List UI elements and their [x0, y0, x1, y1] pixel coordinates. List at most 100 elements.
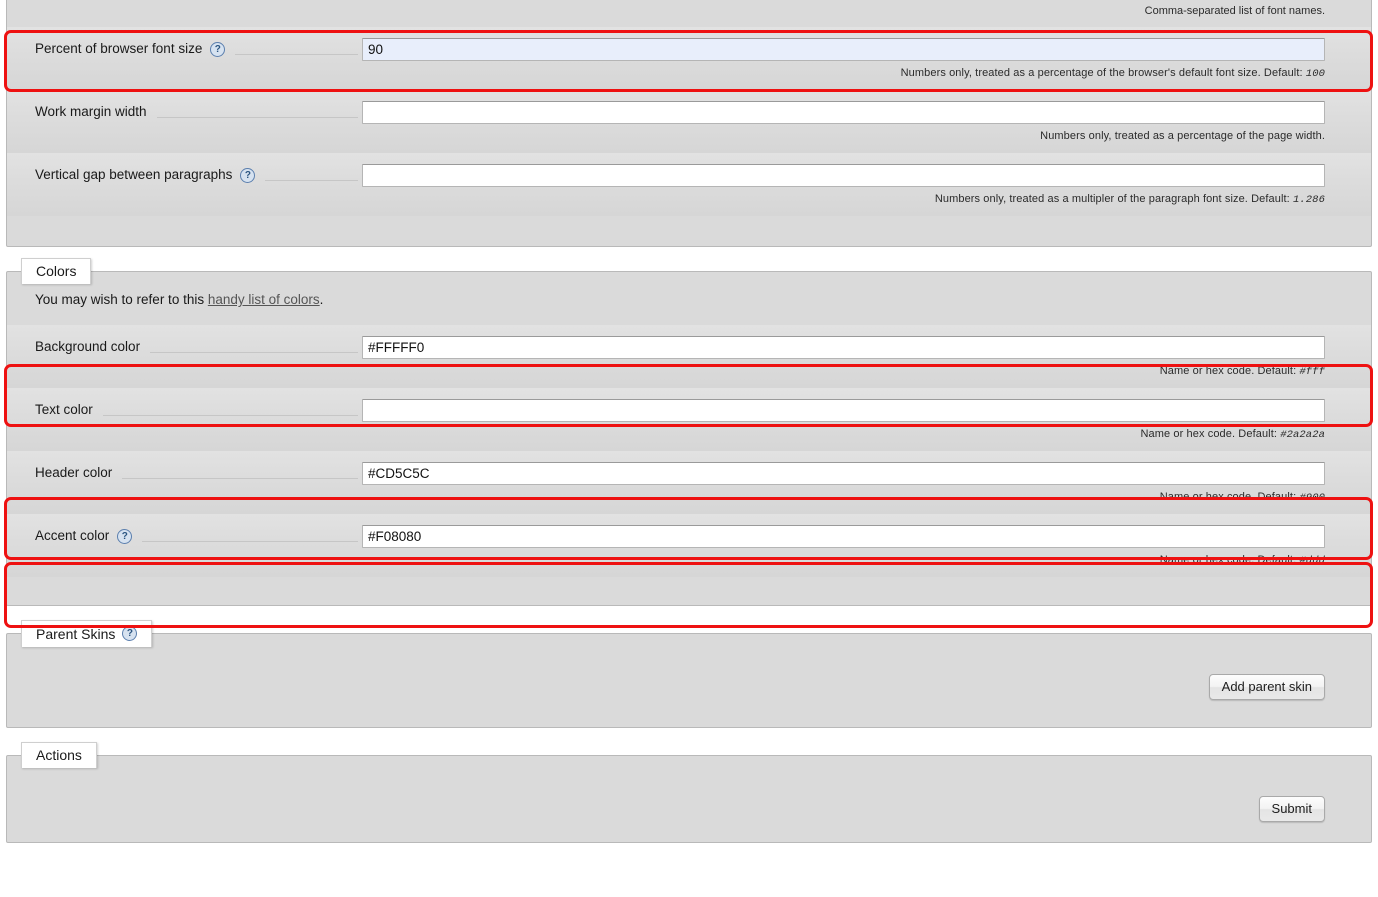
actions-button-row: Submit [7, 796, 1371, 822]
help-default-value: #ddd [1299, 555, 1325, 567]
label-vertical-gap-between-paragraphs: Vertical gap between paragraphs ? [35, 164, 256, 184]
field-row-percent-browser-font-size: Percent of browser font size ? Numbers o… [7, 27, 1371, 90]
add-parent-skin-button[interactable]: Add parent skin [1208, 674, 1325, 700]
label-rule [235, 53, 358, 55]
field-label-text: Background color [35, 339, 141, 354]
field-main: Header color [7, 451, 1371, 485]
legend-colors: Colors [21, 258, 92, 284]
help-text-background-color: Name or hex code. Default: #fff [7, 359, 1371, 388]
panel-bottom-spacer [7, 216, 1371, 246]
field-main: Work margin width [7, 90, 1371, 124]
help-text-accent-color: Name or hex code. Default: #ddd [7, 548, 1371, 577]
help-text-work-margin-width: Numbers only, treated as a percentage of… [7, 124, 1371, 153]
font-names-help-text: Comma-separated list of font names. [1144, 5, 1325, 17]
field-label-text: Vertical gap between paragraphs [35, 167, 233, 182]
label-rule [150, 351, 358, 353]
help-text: Numbers only, treated as a percentage of… [1040, 130, 1325, 142]
field-row-accent-color: Accent color ? Name or hex code. Default… [7, 514, 1371, 577]
help-text: Name or hex code. Default: [1159, 365, 1300, 377]
input-wrap [362, 462, 1325, 485]
percent-browser-font-size-input[interactable] [362, 38, 1325, 61]
panel-gap [0, 247, 1378, 271]
help-text: Name or hex code. Default: [1159, 554, 1300, 566]
field-row-header-color: Header color Name or hex code. Default: … [7, 451, 1371, 514]
help-question-icon[interactable]: ? [240, 167, 256, 183]
help-text: Name or hex code. Default: [1140, 428, 1281, 440]
help-default-value: 1.286 [1292, 194, 1325, 206]
actions-panel: Actions Submit [6, 742, 1372, 843]
actions-spacer [7, 756, 1371, 796]
help-text: Name or hex code. Default: [1159, 491, 1300, 503]
label-percent-browser-font-size: Percent of browser font size ? [35, 38, 226, 58]
field-label-text: Text color [35, 402, 93, 417]
text-color-input[interactable] [362, 399, 1325, 422]
field-row-text-color: Text color Name or hex code. Default: #2… [7, 388, 1371, 451]
field-main: Accent color ? [7, 514, 1371, 548]
legend-label: Parent Skins [36, 625, 116, 642]
help-text: Numbers only, treated as a percentage of… [900, 67, 1306, 79]
typography-panel: Comma-separated list of font names. Perc… [6, 0, 1372, 247]
label-text-color: Text color [35, 399, 93, 419]
header-color-input[interactable] [362, 462, 1325, 485]
label-header-color: Header color [35, 462, 112, 482]
intro-after: . [319, 292, 324, 307]
parent-skins-button-row: Add parent skin [7, 674, 1371, 700]
submit-button[interactable]: Submit [1258, 796, 1325, 822]
accent-color-input[interactable] [362, 525, 1325, 548]
input-wrap [362, 399, 1325, 422]
field-main: Text color [7, 388, 1371, 422]
label-rule [265, 179, 358, 181]
colors-intro-text: You may wish to refer to this handy list… [7, 272, 1371, 325]
parent-skins-spacer [7, 634, 1371, 674]
label-rule [142, 540, 358, 542]
help-text-header-color: Name or hex code. Default: #900 [7, 485, 1371, 514]
handy-list-of-colors-link[interactable]: handy list of colors [208, 292, 320, 307]
input-wrap [362, 525, 1325, 548]
help-default-value: #900 [1299, 492, 1325, 504]
background-color-input[interactable] [362, 336, 1325, 359]
field-row-vertical-gap: Vertical gap between paragraphs ? Number… [7, 153, 1371, 216]
field-row-background-color: Background color Name or hex code. Defau… [7, 325, 1371, 388]
help-default-value: 100 [1305, 68, 1325, 80]
intro-before: You may wish to refer to this [35, 292, 208, 307]
panel-spacer [7, 17, 1371, 27]
label-work-margin-width: Work margin width [35, 101, 147, 121]
help-question-icon[interactable]: ? [122, 626, 138, 641]
panel-bottom-spacer [7, 577, 1371, 605]
panel-gap [0, 728, 1378, 755]
work-margin-width-input[interactable] [362, 101, 1325, 124]
legend-label: Colors [36, 263, 77, 279]
legend-parent-skins: Parent Skins ? [21, 620, 153, 647]
help-text-percent-browser-font-size: Numbers only, treated as a percentage of… [7, 61, 1371, 90]
label-rule [122, 477, 358, 479]
input-wrap [362, 101, 1325, 124]
label-rule [156, 116, 358, 118]
help-question-icon[interactable]: ? [210, 41, 226, 57]
label-background-color: Background color [35, 336, 140, 356]
help-text-text-color: Name or hex code. Default: #2a2a2a [7, 422, 1371, 451]
vertical-gap-input[interactable] [362, 164, 1325, 187]
field-main: Vertical gap between paragraphs ? [7, 153, 1371, 187]
field-label-text: Header color [35, 465, 113, 480]
field-label-text: Accent color [35, 528, 110, 543]
field-label-text: Percent of browser font size [35, 41, 203, 56]
colors-panel: Colors You may wish to refer to this han… [6, 258, 1372, 606]
field-label-text: Work margin width [35, 104, 147, 119]
label-accent-color: Accent color ? [35, 525, 133, 545]
help-question-icon[interactable]: ? [117, 528, 133, 544]
legend-actions: Actions [21, 742, 97, 768]
field-main: Background color [7, 325, 1371, 359]
field-main: Percent of browser font size ? [7, 27, 1371, 61]
field-row-work-margin-width: Work margin width Numbers only, treated … [7, 90, 1371, 153]
help-text-vertical-gap: Numbers only, treated as a multipler of … [7, 187, 1371, 216]
input-wrap [362, 38, 1325, 61]
panel-gap [0, 606, 1378, 633]
input-wrap [362, 164, 1325, 187]
label-rule [102, 414, 358, 416]
help-text: Numbers only, treated as a multipler of … [934, 193, 1293, 205]
legend-label: Actions [36, 747, 82, 763]
parent-skins-panel: Parent Skins ? Add parent skin [6, 620, 1372, 728]
help-default-value: #fff [1299, 366, 1325, 378]
help-default-value: #2a2a2a [1280, 429, 1325, 441]
input-wrap [362, 336, 1325, 359]
